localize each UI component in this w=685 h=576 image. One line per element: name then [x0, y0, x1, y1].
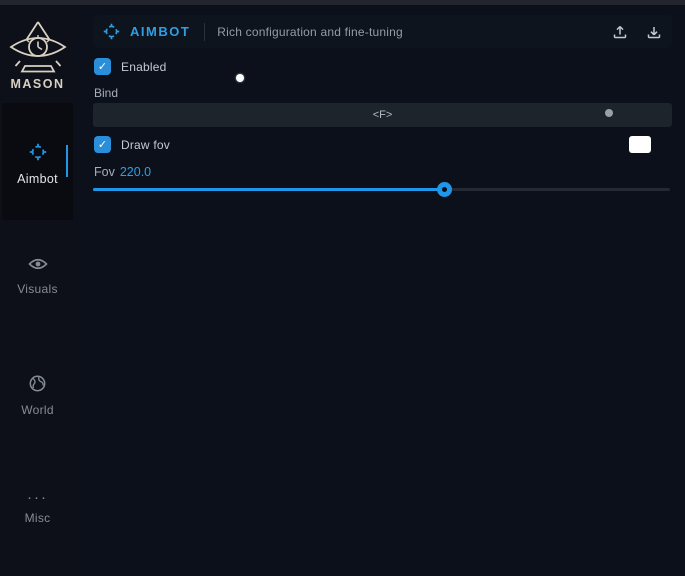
eye-icon	[0, 257, 75, 276]
section-header: AIMBOT Rich configuration and fine-tunin…	[93, 15, 672, 48]
section-subtitle: Rich configuration and fine-tuning	[217, 25, 594, 39]
brand-name: MASON	[0, 77, 75, 91]
bind-input[interactable]: <F>	[93, 103, 672, 127]
download-icon[interactable]	[646, 24, 662, 40]
bind-value: <F>	[373, 109, 393, 121]
globe-icon	[0, 375, 75, 397]
fov-label-row: Fov 220.0	[94, 165, 151, 179]
sidebar-item-misc[interactable]: ··· Misc	[0, 493, 75, 525]
enabled-label: Enabled	[121, 60, 166, 74]
header-divider	[204, 23, 205, 41]
ellipsis-icon: ···	[0, 493, 75, 503]
draw-fov-row: ✓ Draw fov	[94, 136, 170, 153]
main-panel: AIMBOT Rich configuration and fine-tunin…	[75, 5, 685, 576]
sidebar-item-world[interactable]: World	[0, 375, 75, 417]
eye-pyramid-icon	[0, 20, 75, 74]
sidebar: MASON Aimbot	[0, 5, 75, 576]
fov-label: Fov	[94, 165, 115, 179]
fov-color-swatch[interactable]	[629, 136, 651, 153]
fov-slider-fill	[93, 188, 445, 191]
fov-slider[interactable]	[93, 188, 670, 191]
sidebar-item-visuals[interactable]: Visuals	[0, 257, 75, 296]
draw-fov-checkbox[interactable]: ✓	[94, 136, 111, 153]
section-title: AIMBOT	[130, 24, 190, 39]
sidebar-item-label: World	[0, 403, 75, 417]
sidebar-item-aimbot[interactable]: Aimbot	[2, 103, 73, 220]
cursor-dot	[236, 74, 244, 82]
bind-label: Bind	[94, 86, 118, 100]
draw-fov-label: Draw fov	[121, 138, 170, 152]
brand-logo: MASON	[0, 20, 75, 91]
upload-icon[interactable]	[612, 24, 628, 40]
sidebar-item-label: Visuals	[0, 282, 75, 296]
sidebar-item-label: Misc	[0, 511, 75, 525]
app-window: MASON Aimbot	[0, 0, 685, 576]
crosshair-icon	[103, 23, 120, 40]
bind-cursor-dot	[605, 109, 613, 117]
fov-value: 220.0	[120, 165, 151, 179]
sidebar-item-label: Aimbot	[2, 172, 73, 186]
fov-slider-thumb[interactable]	[437, 182, 452, 197]
crosshair-icon	[2, 143, 73, 166]
enabled-checkbox[interactable]: ✓	[94, 58, 111, 75]
enabled-row: ✓ Enabled	[94, 58, 166, 75]
